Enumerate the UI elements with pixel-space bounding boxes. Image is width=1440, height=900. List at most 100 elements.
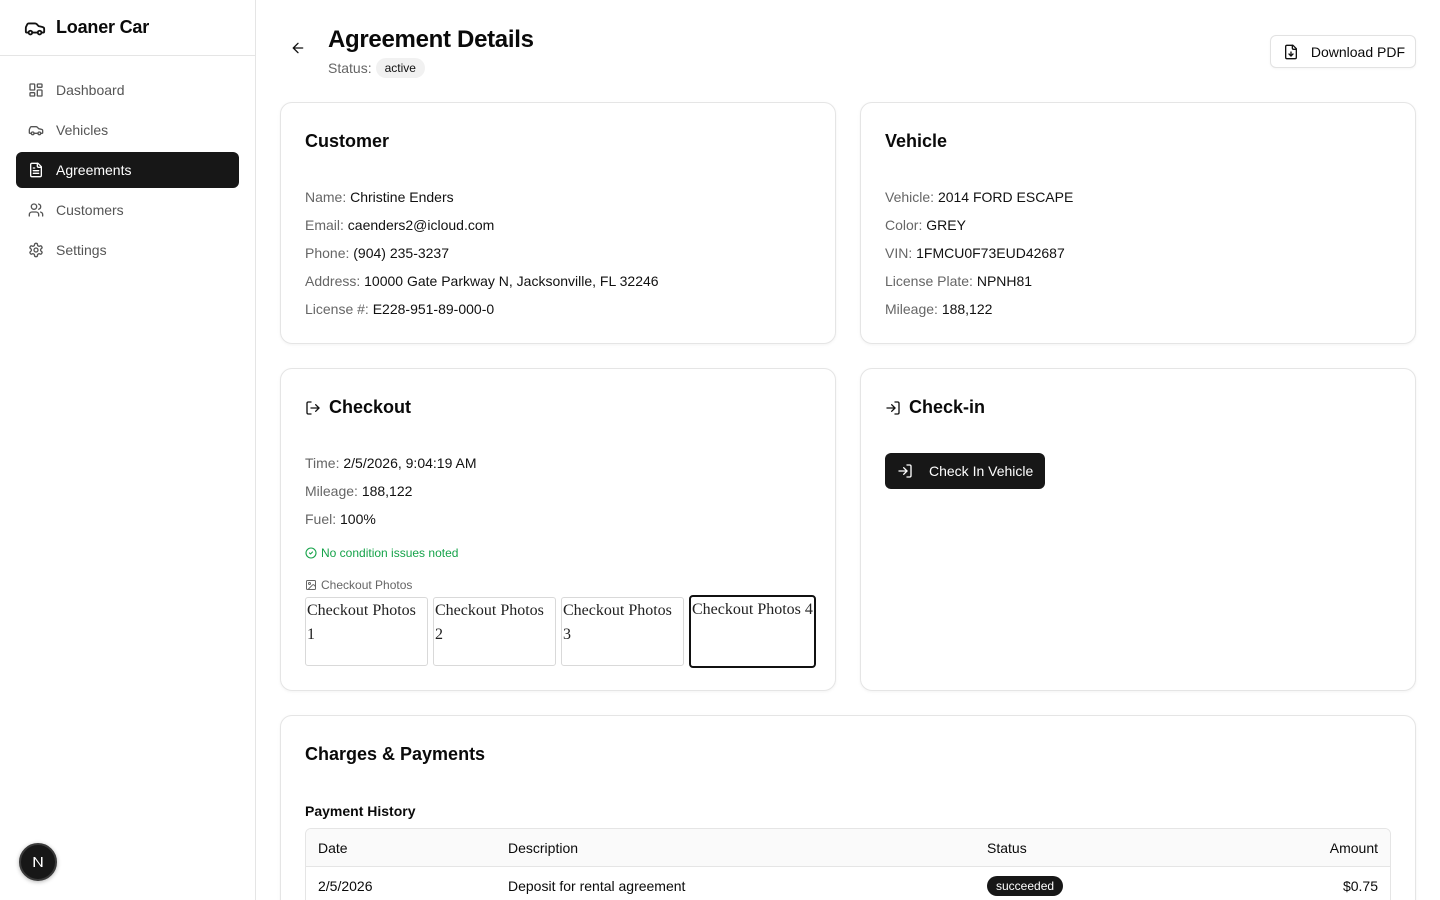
checkout-title-text: Checkout <box>329 397 412 417</box>
customer-email: Email: caenders2@icloud.com <box>305 215 659 243</box>
checkout-fields: Time: 2/5/2026, 9:04:19 AM Mileage: 188,… <box>305 453 476 537</box>
file-download-icon <box>1284 44 1297 59</box>
arrow-left-icon <box>292 42 304 54</box>
status-badge: active <box>375 58 425 78</box>
checkout-photo-thumbnail[interactable]: Checkout Photos 3 <box>561 597 684 666</box>
customer-title: Customer <box>305 131 390 151</box>
field-value: GREY <box>926 217 966 233</box>
sidebar-item-label: Dashboard <box>56 82 125 98</box>
vehicle-model: Vehicle: 2014 FORD ESCAPE <box>885 187 1073 215</box>
vehicle-plate: License Plate: NPNH81 <box>885 271 1073 299</box>
framework-badge-button[interactable] <box>19 843 57 881</box>
field-value: 1FMCU0F73EUD42687 <box>916 245 1065 261</box>
sidebar-item-customers[interactable]: Customers <box>16 192 239 228</box>
checkout-photo-thumbnail[interactable]: Checkout Photos 1 <box>305 597 428 666</box>
vehicle-color: Color: GREY <box>885 215 1073 243</box>
status-label: Status: <box>328 60 372 76</box>
dashboard-icon <box>29 83 43 97</box>
cell-date: 2/5/2026 <box>318 878 373 894</box>
sidebar: Loaner Car Dashboard Vehicles Agreements… <box>0 0 256 900</box>
log-in-icon <box>886 400 900 415</box>
field-value: 2/5/2026, 9:04:19 AM <box>343 455 477 471</box>
sidebar-item-agreements[interactable]: Agreements <box>16 152 239 188</box>
check-in-vehicle-button[interactable]: Check In Vehicle <box>885 453 1046 489</box>
field-value: 188,122 <box>941 301 993 317</box>
main-content: Agreement Details Status: active Downloa… <box>256 0 1440 900</box>
field-label: Mileage: <box>305 483 358 499</box>
sidebar-item-label: Settings <box>56 242 107 258</box>
field-label: Fuel: <box>305 511 337 527</box>
vehicle-fields: Vehicle: 2014 FORD ESCAPE Color: GREY VI… <box>885 187 1073 327</box>
table-header: Date Description Status Amount <box>306 829 1390 867</box>
checkout-photos-label: Checkout Photos <box>305 578 412 592</box>
customer-fields: Name: Christine Enders Email: caenders2@… <box>305 187 659 327</box>
field-label: Email: <box>305 217 344 233</box>
sidebar-item-dashboard[interactable]: Dashboard <box>16 72 239 108</box>
checkin-title: Check-in <box>885 397 985 418</box>
car-icon <box>28 126 44 136</box>
field-label: Address: <box>305 273 361 289</box>
cell-status: succeeded <box>975 876 1225 896</box>
log-out-icon <box>306 400 320 415</box>
checkout-photo-thumbnail[interactable]: Checkout Photos 4 <box>689 595 816 668</box>
status-badge: succeeded <box>987 876 1064 896</box>
column-header-amount[interactable]: Amount <box>1225 840 1390 856</box>
checkin-title-text: Check-in <box>909 397 986 417</box>
column-header-date[interactable]: Date <box>306 840 496 856</box>
field-value: 10000 Gate Parkway N, Jacksonville, FL 3… <box>364 273 659 289</box>
field-label: Time: <box>305 455 340 471</box>
checkout-fuel: Fuel: 100% <box>305 509 476 537</box>
checkin-card: Check-in Check In Vehicle <box>860 368 1416 691</box>
vehicle-title: Vehicle <box>885 131 948 151</box>
vehicle-vin: VIN: 1FMCU0F73EUD42687 <box>885 243 1073 271</box>
page-header: Agreement Details Status: active Downloa… <box>280 26 1416 82</box>
vehicle-mileage: Mileage: 188,122 <box>885 299 1073 327</box>
condition-note: No condition issues noted <box>305 546 458 560</box>
field-value: E228-951-89-000-0 <box>372 301 495 317</box>
field-label: VIN: <box>885 245 913 261</box>
download-pdf-label: Download PDF <box>1310 43 1405 60</box>
table-row[interactable]: 2/5/2026 Deposit for rental agreement su… <box>306 867 1390 900</box>
field-value: caenders2@icloud.com <box>347 217 495 233</box>
sidebar-item-label: Vehicles <box>56 122 109 138</box>
field-label: License #: <box>305 301 369 317</box>
log-in-icon <box>898 464 912 478</box>
field-label: Name: <box>305 189 347 205</box>
payment-history-label: Payment History <box>305 803 416 819</box>
back-button[interactable] <box>288 38 308 58</box>
page-title: Agreement Details <box>328 26 534 53</box>
field-label: Vehicle: <box>885 189 935 205</box>
field-value: (904) 235-3237 <box>353 245 450 261</box>
customer-address: Address: 10000 Gate Parkway N, Jacksonvi… <box>305 271 659 299</box>
sidebar-item-label: Customers <box>56 202 124 218</box>
checkout-mileage: Mileage: 188,122 <box>305 481 476 509</box>
charges-card: Charges & Payments Payment History Date … <box>280 715 1416 900</box>
customer-phone: Phone: (904) 235-3237 <box>305 243 659 271</box>
sidebar-item-settings[interactable]: Settings <box>16 232 239 268</box>
column-header-description[interactable]: Description <box>496 840 975 856</box>
field-value: Christine Enders <box>350 189 454 205</box>
file-text-icon <box>30 162 42 178</box>
image-icon <box>306 580 316 590</box>
field-label: Phone: <box>305 245 350 261</box>
download-pdf-button[interactable]: Download PDF <box>1269 35 1416 68</box>
checkout-photo-thumbnail[interactable]: Checkout Photos 2 <box>433 597 556 666</box>
checkout-title: Checkout <box>305 397 411 418</box>
sidebar-item-vehicles[interactable]: Vehicles <box>16 112 239 148</box>
field-label: License Plate: <box>885 273 973 289</box>
sidebar-nav: Dashboard Vehicles Agreements Customers … <box>0 56 255 288</box>
agreement-status: Status: active <box>328 58 425 78</box>
users-icon <box>28 203 44 217</box>
customer-card: Customer Name: Christine Enders Email: c… <box>280 102 836 344</box>
column-header-status[interactable]: Status <box>975 840 1225 856</box>
check-in-button-label: Check In Vehicle <box>929 463 1034 479</box>
brand[interactable]: Loaner Car <box>0 0 255 56</box>
n-logo-icon <box>33 857 43 867</box>
customer-name: Name: Christine Enders <box>305 187 659 215</box>
charges-title: Charges & Payments <box>305 744 486 764</box>
cell-amount: $0.75 <box>1342 878 1378 894</box>
payment-history-table: Date Description Status Amount 2/5/2026 … <box>305 828 1391 900</box>
app-name: Loaner Car <box>56 17 150 37</box>
check-circle-icon <box>305 547 317 559</box>
vehicle-card: Vehicle Vehicle: 2014 FORD ESCAPE Color:… <box>860 102 1416 344</box>
